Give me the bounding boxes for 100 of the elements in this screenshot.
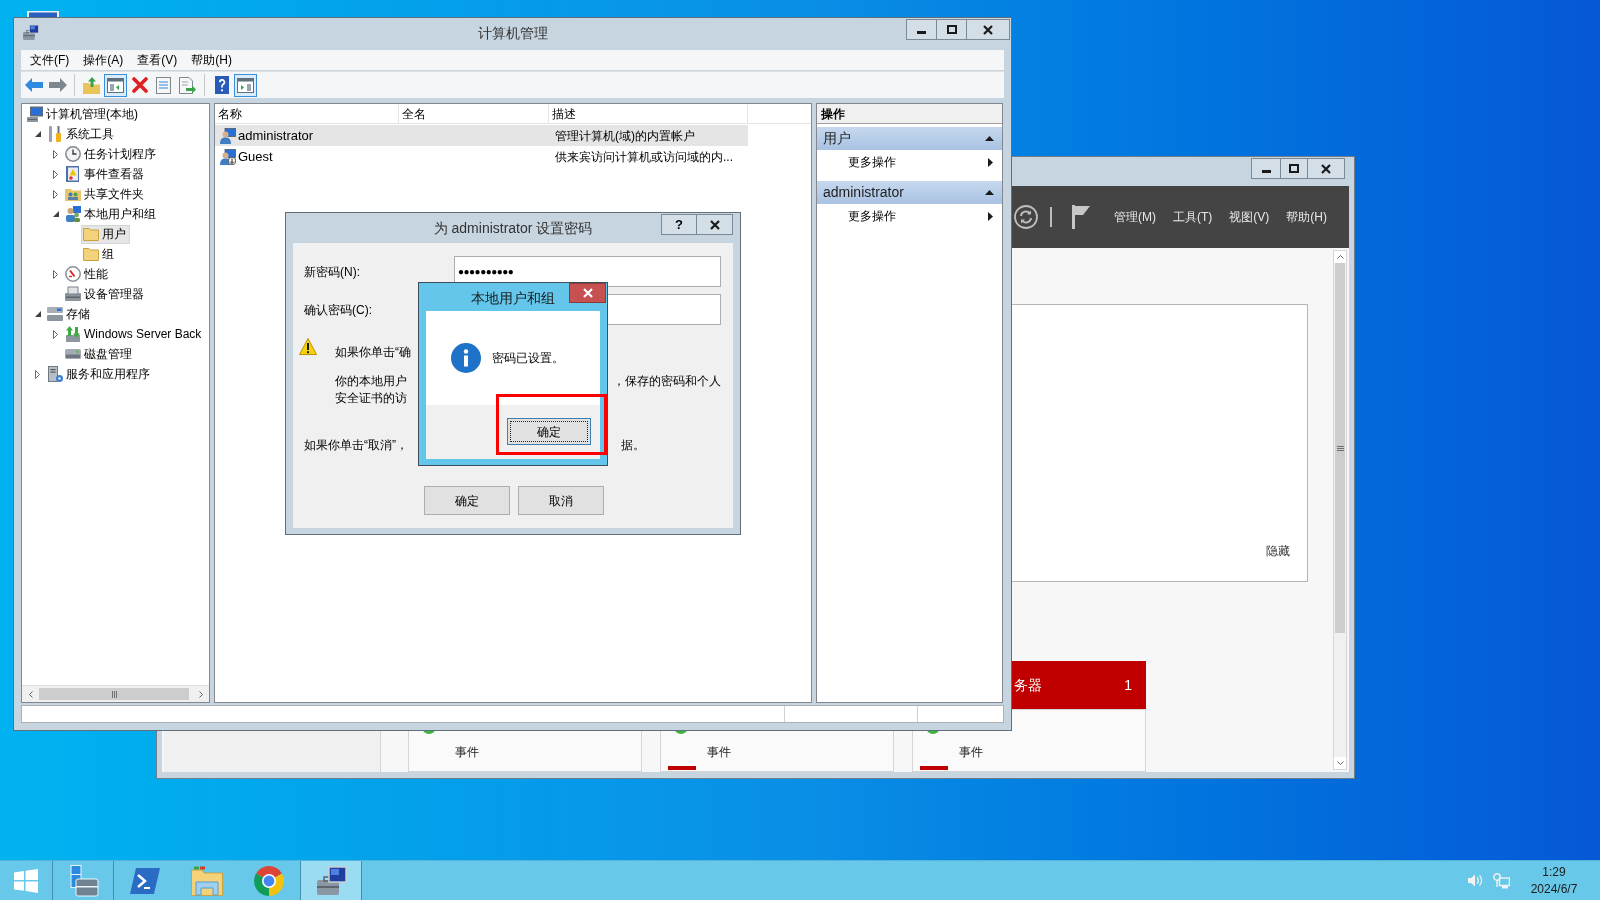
minimize-icon [1261,170,1271,173]
menu-item[interactable]: 查看(V) [130,50,185,70]
tree-item[interactable]: 存储 [45,304,94,324]
scroll-down-button[interactable] [1334,757,1346,769]
menu-item[interactable]: 帮助(H) [1286,208,1327,226]
up-folder-icon [83,76,100,94]
users-icon [65,206,81,222]
close-button[interactable] [966,19,1010,40]
forward-arrow-icon [48,78,67,92]
pane-header: 操作 [817,104,1002,124]
maximize-button[interactable] [937,19,966,40]
action-section-header[interactable]: administrator [817,181,1002,204]
tree-item[interactable]: 设备管理器 [63,284,148,304]
dialog-button[interactable]: 确定 [424,486,510,515]
action-item[interactable]: 更多操作 [817,204,1002,228]
chevron-right-icon [198,690,203,698]
warning-text: 如果你单击“确 [335,343,411,361]
export-icon [179,76,196,94]
close-button[interactable] [697,214,733,235]
taskbar-button[interactable] [52,861,114,900]
maximize-icon [1289,164,1299,173]
hide-link[interactable]: 隐藏 [1266,542,1290,560]
tile-link[interactable]: 事件 [707,744,731,760]
expanded-caret-icon[interactable] [53,211,59,217]
tree-item[interactable]: 共享文件夹 [63,184,148,204]
start-icon [14,868,38,893]
tree-item[interactable]: 性能 [63,264,112,284]
pane-toggle-icon [107,77,124,93]
chevron-down-icon [1336,761,1344,765]
menu-item[interactable]: 操作(A) [76,50,131,70]
action-section-header[interactable]: 用户 [817,127,1002,150]
scrollbar-thumb[interactable] [39,688,189,700]
close-button[interactable] [569,283,606,303]
tree-item[interactable]: 任务计划程序 [63,144,160,164]
tree-item[interactable]: 计算机管理(本地) [25,104,142,124]
tree-item[interactable]: 组 [81,244,118,264]
menu-item[interactable]: 文件(F) [23,50,77,70]
minimize-button[interactable] [1251,158,1281,179]
help-button[interactable]: ? [661,214,697,235]
maximize-button[interactable] [1281,158,1307,179]
tree-item[interactable]: Windows Server Back [63,324,206,344]
tree-item[interactable]: 磁盘管理 [63,344,136,364]
vertical-scrollbar[interactable] [1333,250,1347,770]
field-label: 新密码(N): [304,263,361,281]
expanded-caret-icon[interactable] [35,131,41,137]
description-cell-text: 供来宾访问计算机或访问域的内... [554,148,733,166]
tree-item[interactable]: 本地用户和组 [63,204,160,224]
collapsed-caret-icon[interactable] [53,149,58,159]
flag-icon[interactable] [1072,205,1090,229]
expanded-caret-icon[interactable] [35,311,41,317]
tile-link[interactable]: 事件 [455,744,479,760]
horizontal-scrollbar[interactable] [22,685,209,702]
taskbar-button[interactable] [300,861,362,900]
info-icon [451,343,481,373]
maximize-icon [946,25,957,34]
refresh-icon[interactable] [1014,205,1038,229]
menu-item[interactable]: 管理(M) [1114,208,1156,226]
tree-item[interactable]: 用户 [81,224,130,244]
column-header[interactable]: 名称 [215,104,399,124]
minimize-button[interactable] [906,19,937,40]
grip-icon [111,690,117,698]
scroll-up-button[interactable] [1334,251,1346,263]
window-title: 计算机管理 [477,24,548,43]
collapsed-caret-icon[interactable] [53,269,58,279]
warning-text: 你的本地用户 [335,372,407,390]
menu-item[interactable]: 视图(V) [1229,208,1270,226]
column-header[interactable]: 描述 [549,104,748,124]
minimize-icon [917,31,926,34]
close-button[interactable] [1307,158,1345,179]
toolbar-button[interactable] [234,73,257,97]
drive-icon [65,346,81,362]
menu-item[interactable]: 工具(T) [1173,208,1213,226]
recycle-arrows-icon [65,326,81,342]
pane-toggle-icon [237,77,254,93]
document-lines-icon [156,76,171,94]
dialog-button[interactable]: 取消 [518,486,604,515]
ok-button[interactable]: 确定 [507,418,591,445]
desktop-icon [27,11,59,17]
computer-toolbox-icon [22,24,39,41]
tree-item[interactable]: 系统工具 [45,124,118,144]
collapsed-caret-icon[interactable] [35,369,40,379]
clock-button[interactable]: 1:29 2024/6/7 [1512,863,1596,898]
terminal-icon [130,867,160,894]
collapsed-caret-icon[interactable] [53,189,58,199]
list-row[interactable]: administrator 管理计算机(域)的内置帐户 [215,125,748,146]
column-header[interactable]: 全名 [399,104,549,124]
collapsed-caret-icon[interactable] [53,329,58,339]
tree-item[interactable]: 事件查看器 [63,164,148,184]
note-text: 如果你单击“取消”， [304,437,408,454]
name-cell-text: Guest [238,147,273,166]
tile-link[interactable]: 事件 [959,744,983,760]
toolbar-button[interactable] [104,73,127,97]
tree-item[interactable]: 服务和应用程序 [45,364,154,384]
grip-icon [1336,445,1344,451]
collapsed-caret-icon[interactable] [53,169,58,179]
action-item[interactable]: 更多操作 [817,150,1002,174]
tile-count: 1 [1124,675,1132,695]
menu-item[interactable]: 帮助(H) [184,50,239,70]
scrollbar-thumb[interactable] [1335,263,1345,633]
name-cell-text: administrator [238,126,314,145]
